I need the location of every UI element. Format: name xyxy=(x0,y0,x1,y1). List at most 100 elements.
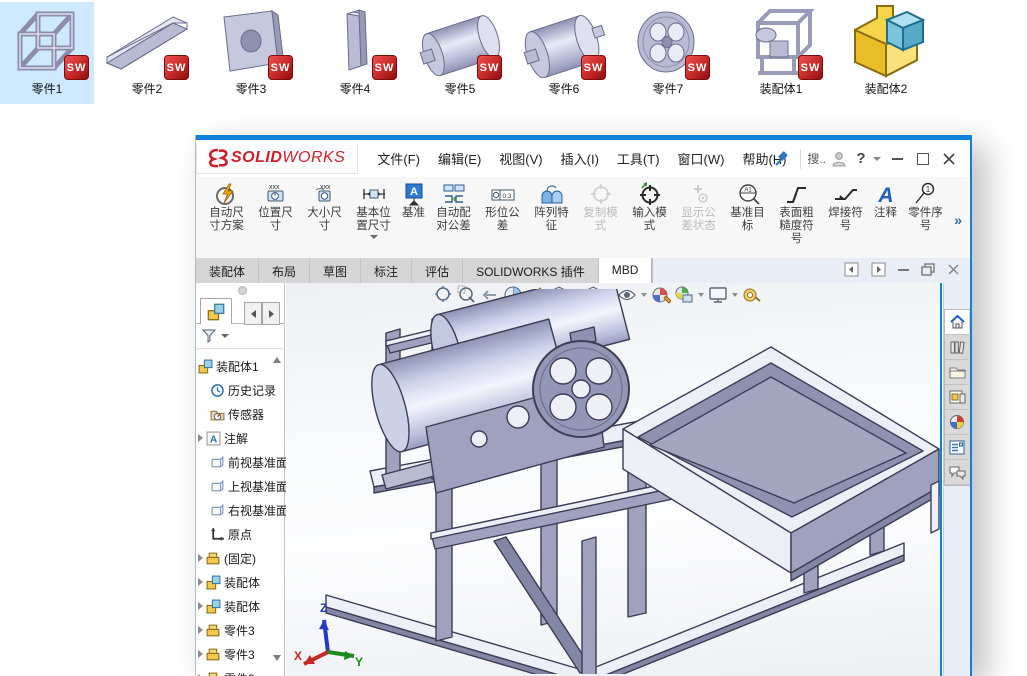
tree-item-top-plane[interactable]: 上视基准面 xyxy=(210,474,296,498)
taskpane-design-library-button[interactable] xyxy=(945,335,969,360)
panel-tab-scroll-left[interactable] xyxy=(244,302,262,325)
sw-badge: SW xyxy=(798,55,823,80)
taskpane-appearances-button[interactable] xyxy=(945,410,969,435)
tab-sketch[interactable]: 草图 xyxy=(310,258,361,283)
part-icon xyxy=(206,551,221,566)
tab-assembly[interactable]: 装配体 xyxy=(196,258,259,283)
menu-window[interactable]: 窗口(W) xyxy=(669,149,734,168)
desktop-icon-part4[interactable]: SW 零件4 xyxy=(308,2,402,104)
menu-view[interactable]: 视图(V) xyxy=(490,149,551,168)
import-mode-button[interactable]: 输入模式 xyxy=(628,182,672,233)
user-account-icon[interactable] xyxy=(826,146,852,172)
tree-item-subassembly-1[interactable]: 装配体 xyxy=(196,570,282,594)
tree-item-sensors[interactable]: 传感器 xyxy=(210,402,296,426)
balloon-button[interactable]: 1 零件序号 xyxy=(904,182,948,233)
datum-button[interactable]: A 基准 xyxy=(401,182,427,220)
help-dropdown-icon[interactable] xyxy=(870,146,884,172)
desktop-icon-part7[interactable]: SW 零件7 xyxy=(621,2,715,104)
taskpane-forum-button[interactable] xyxy=(945,460,969,485)
expand-arrow-icon[interactable] xyxy=(198,554,203,562)
expand-arrow-icon[interactable] xyxy=(198,578,203,586)
tree-item-part3-b[interactable]: 零件3 xyxy=(196,642,282,666)
dropdown-arrow-icon[interactable] xyxy=(370,235,378,239)
pane-left-icon[interactable] xyxy=(844,262,859,277)
desktop-icon-part2[interactable]: SW 零件2 xyxy=(100,2,194,104)
expand-arrow-icon[interactable] xyxy=(198,434,203,442)
graphics-viewport[interactable]: Z X Y xyxy=(286,283,942,676)
auto-mate-tolerance-button[interactable]: 自动配对公差 xyxy=(432,182,476,233)
pin-menu-icon[interactable] xyxy=(768,146,794,172)
filter-funnel-icon[interactable] xyxy=(201,328,217,344)
part1-frame-icon: SW xyxy=(0,2,94,82)
note-button[interactable]: A 注释 xyxy=(873,182,899,220)
maximize-button[interactable] xyxy=(910,146,936,172)
tree-scroll-up[interactable] xyxy=(273,357,281,363)
desktop-icon-assembly2[interactable]: 装配体2 xyxy=(839,2,933,104)
menu-edit[interactable]: 编辑(E) xyxy=(429,149,490,168)
tree-root-assembly[interactable]: 装配体1 xyxy=(196,354,282,378)
surface-finish-symbol-button[interactable]: 表面粗糙度符号 xyxy=(775,182,819,246)
appearances-ball-icon xyxy=(949,414,965,430)
tree-item-part3-c[interactable]: 零件3 xyxy=(196,666,282,676)
home-icon xyxy=(949,314,966,331)
solidworks-window: SOLIDWORKS 文件(F) 编辑(E) 视图(V) 插入(I) 工具(T)… xyxy=(195,135,972,676)
basic-location-dimension-button[interactable]: 基本位置尺寸 xyxy=(352,182,396,239)
doc-minimize-icon[interactable] xyxy=(898,269,909,271)
tree-item-right-plane[interactable]: 右视基准面 xyxy=(210,498,296,522)
geometric-tolerance-button[interactable]: 0.3 形位公差 xyxy=(481,182,525,233)
sw-badge: SW xyxy=(164,55,189,80)
sw-badge: SW xyxy=(372,55,397,80)
tab-layout[interactable]: 布局 xyxy=(259,258,310,283)
tree-item-front-plane[interactable]: 前视基准面 xyxy=(210,450,296,474)
minimize-button[interactable] xyxy=(884,146,910,172)
desktop-icon-part1[interactable]: SW 零件1 xyxy=(0,2,94,104)
basic-location-dimension-icon xyxy=(361,182,387,207)
menu-insert[interactable]: 插入(I) xyxy=(552,149,608,168)
search-box[interactable]: 搜.. xyxy=(807,150,826,167)
location-dimension-icon: xxx xyxy=(263,182,289,207)
panel-tab-scroll-right[interactable] xyxy=(262,302,280,325)
tree-item-subassembly-2[interactable]: 装配体 xyxy=(196,594,282,618)
plane-icon xyxy=(210,503,225,518)
tree-item-origin[interactable]: 原点 xyxy=(210,522,296,546)
taskpane-home-button[interactable] xyxy=(945,310,969,335)
part2-bar-icon: SW xyxy=(100,2,194,82)
expand-arrow-icon[interactable] xyxy=(198,602,203,610)
tree-item-annotations[interactable]: A 注解 xyxy=(196,426,282,450)
desktop-icon-assembly1[interactable]: SW 装配体1 xyxy=(734,2,828,104)
weld-symbol-button[interactable]: 焊接符号 xyxy=(824,182,868,233)
datum-target-button[interactable]: A1 基准目标 xyxy=(726,182,770,233)
taskpane-custom-properties-button[interactable] xyxy=(945,435,969,460)
expand-arrow-icon[interactable] xyxy=(198,650,203,658)
tree-item-history[interactable]: 历史记录 xyxy=(210,378,296,402)
tab-mbd[interactable]: MBD xyxy=(599,258,653,283)
tree-item-fixed-part[interactable]: (固定) xyxy=(196,546,282,570)
location-dimension-button[interactable]: xxx 位置尺寸 xyxy=(254,182,298,233)
desktop-icon-part3[interactable]: SW 零件3 xyxy=(204,2,298,104)
pane-right-icon[interactable] xyxy=(871,262,886,277)
help-button[interactable]: ? xyxy=(852,146,870,172)
size-dimension-button[interactable]: xxx 大小尺寸 xyxy=(303,182,347,233)
filter-dropdown-icon[interactable] xyxy=(221,334,229,338)
auto-dimension-scheme-button[interactable]: 自动尺寸方案 xyxy=(205,182,249,233)
tab-annotate[interactable]: 标注 xyxy=(361,258,412,283)
tree-item-part3-a[interactable]: 零件3 xyxy=(196,618,282,642)
desktop-icon-part6[interactable]: SW 零件6 xyxy=(517,2,611,104)
featuremanager-tab[interactable] xyxy=(200,298,232,324)
pattern-feature-button[interactable]: 阵列特征 xyxy=(530,182,574,233)
tree-scroll-down[interactable] xyxy=(273,655,281,661)
panel-grip[interactable] xyxy=(238,286,247,295)
doc-restore-icon[interactable] xyxy=(921,263,935,276)
toolbar-overflow-button[interactable]: » xyxy=(954,212,962,228)
desktop-icon-label: 零件2 xyxy=(100,82,194,97)
taskpane-view-palette-button[interactable] xyxy=(945,385,969,410)
doc-close-icon[interactable] xyxy=(947,263,960,276)
taskpane-file-explorer-button[interactable] xyxy=(945,360,969,385)
expand-arrow-icon[interactable] xyxy=(198,626,203,634)
tab-evaluate[interactable]: 评估 xyxy=(412,258,463,283)
desktop-icon-part5[interactable]: SW 零件5 xyxy=(413,2,507,104)
tab-addins[interactable]: SOLIDWORKS 插件 xyxy=(463,258,599,283)
menu-tools[interactable]: 工具(T) xyxy=(608,149,669,168)
menu-file[interactable]: 文件(F) xyxy=(368,149,429,168)
close-button[interactable] xyxy=(936,146,962,172)
